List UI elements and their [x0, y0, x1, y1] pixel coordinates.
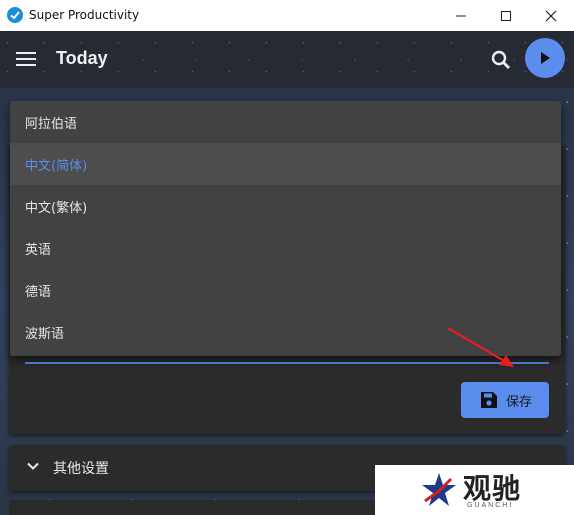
chevron-down-icon	[27, 462, 39, 470]
save-button[interactable]: 保存	[461, 382, 549, 418]
hamburger-menu-icon[interactable]	[16, 49, 40, 71]
language-option[interactable]: 中文(繁体)	[10, 185, 561, 227]
other-settings-label: 其他设置	[53, 461, 109, 477]
watermark-star-icon	[422, 473, 456, 506]
watermark: 观驰 GUANCHI	[375, 465, 574, 515]
search-icon[interactable]	[489, 48, 513, 72]
app-toolbar: Today	[0, 31, 574, 88]
annotation-arrow-icon	[447, 327, 514, 367]
language-option[interactable]: 英语	[10, 227, 561, 269]
window-title: Super Productivity	[29, 8, 140, 22]
watermark-text: 观驰	[463, 472, 522, 505]
play-button[interactable]	[525, 38, 565, 78]
app-logo-icon	[7, 7, 23, 23]
language-dropdown: 阿拉伯语 中文(简体) 中文(繁体) 英语 德语 波斯语	[10, 101, 561, 356]
language-option-selected[interactable]: 中文(简体)	[10, 143, 561, 185]
window-title-bar: Super Productivity	[0, 0, 574, 31]
maximize-button[interactable]	[483, 0, 529, 31]
page-title: Today	[56, 48, 108, 68]
play-icon	[541, 52, 550, 64]
language-option[interactable]: 德语	[10, 269, 561, 311]
close-icon	[545, 10, 557, 21]
maximize-icon	[501, 10, 511, 21]
language-option[interactable]: 阿拉伯语	[10, 101, 561, 143]
save-button-label: 保存	[506, 394, 533, 410]
minimize-icon	[456, 15, 466, 16]
minimize-button[interactable]	[438, 0, 484, 31]
close-button[interactable]	[528, 0, 574, 31]
watermark-subtext: GUANCHI	[467, 502, 514, 509]
save-disk-icon	[481, 392, 497, 408]
